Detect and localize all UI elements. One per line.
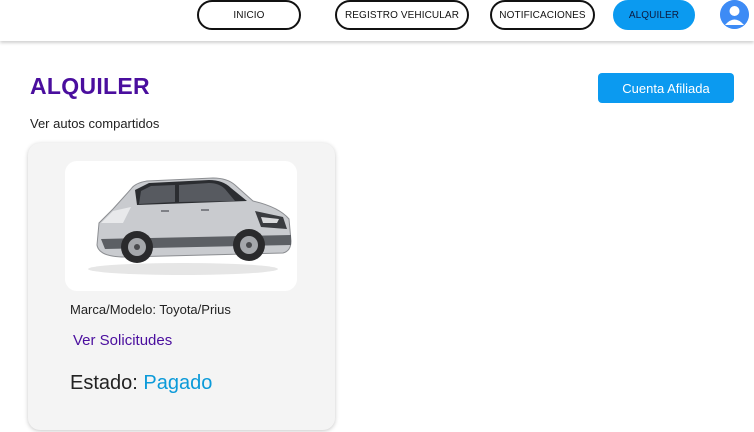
nav-inicio[interactable]: INICIO bbox=[197, 0, 301, 30]
status-label: Estado: bbox=[70, 372, 138, 394]
page-subtitle: Ver autos compartidos bbox=[30, 116, 160, 131]
nav-notificaciones[interactable]: NOTIFICACIONES bbox=[490, 0, 595, 30]
user-avatar-icon[interactable] bbox=[720, 0, 749, 29]
nav-alquiler[interactable]: ALQUILER bbox=[613, 0, 695, 30]
car-image bbox=[65, 161, 297, 291]
status-value: Pagado bbox=[143, 372, 213, 394]
top-navigation-bar: INICIO REGISTRO VEHICULAR NOTIFICACIONES… bbox=[0, 0, 754, 41]
view-requests-link[interactable]: Ver Solicitudes bbox=[73, 332, 172, 349]
car-model-label: Marca/Modelo: Toyota/Prius bbox=[70, 302, 231, 317]
car-card: Marca/Modelo: Toyota/Prius Ver Solicitud… bbox=[28, 143, 335, 430]
nav-registro-vehicular[interactable]: REGISTRO VEHICULAR bbox=[335, 0, 469, 30]
page-title: ALQUILER bbox=[30, 73, 150, 99]
status-row: Estado: Pagado bbox=[70, 372, 212, 395]
affiliate-account-button[interactable]: Cuenta Afiliada bbox=[598, 73, 734, 103]
